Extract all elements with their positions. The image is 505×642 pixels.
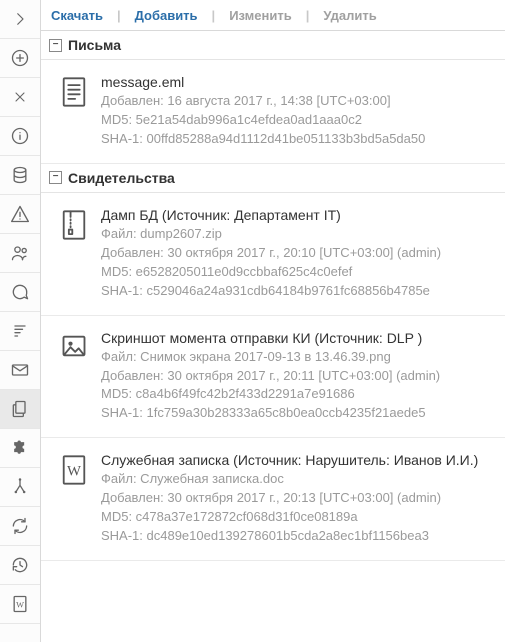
file-meta-line: SHA-1: 1fc759a30b28333a65c8b0ea0ccb4235f… [101, 404, 493, 423]
group-header[interactable]: −Письма [41, 31, 505, 60]
file-meta-line: MD5: e6528205011e0d9ccbbaf625c4c0efef [101, 263, 493, 282]
chevron-right-icon [11, 10, 29, 28]
chevron-right-sidebar-button[interactable] [0, 0, 40, 39]
word-icon: W [59, 450, 89, 486]
plus-circle-sidebar-button[interactable] [0, 39, 40, 78]
file-meta-line: MD5: c8a4b6f49fc42b2f433d2291a7e91686 [101, 385, 493, 404]
group-header[interactable]: −Свидетельства [41, 164, 505, 193]
file-title: Дамп БД (Источник: Департамент IT) [101, 205, 493, 225]
sync-sidebar-button[interactable] [0, 507, 40, 546]
file-item[interactable]: W Служебная записка (Источник: Нарушитель… [41, 438, 505, 561]
database-sidebar-button[interactable] [0, 156, 40, 195]
file-meta-line: Файл: dump2607.zip [101, 225, 493, 244]
file-meta-line: SHA-1: c529046a24a931cdb64184b9761fc6885… [101, 282, 493, 301]
sync-icon [10, 516, 30, 536]
word-doc-sidebar-button[interactable]: W [0, 585, 40, 624]
file-meta-line: Добавлен: 30 октября 2017 г., 20:10 [UTC… [101, 244, 493, 263]
collapse-icon: − [49, 39, 62, 52]
envelope-sidebar-button[interactable] [0, 351, 40, 390]
svg-text:W: W [16, 600, 24, 609]
file-title: message.eml [101, 72, 493, 92]
sort-lines-sidebar-button[interactable] [0, 312, 40, 351]
documents-sidebar-button[interactable] [0, 390, 40, 429]
history-sidebar-button[interactable] [0, 546, 40, 585]
database-icon [10, 165, 30, 185]
file-meta-line: Добавлен: 30 октября 2017 г., 20:13 [UTC… [101, 489, 493, 508]
history-icon [10, 555, 30, 575]
file-meta-line: MD5: c478a37e172872cf068d31f0ce08189a [101, 508, 493, 527]
x-icon [12, 89, 28, 105]
file-meta-line: Добавлен: 16 августа 2017 г., 14:38 [UTC… [101, 92, 493, 111]
users-sidebar-button[interactable] [0, 234, 40, 273]
warning-triangle-icon [10, 204, 30, 224]
file-meta-line: MD5: 5e21a54dab996a1c4efdea0ad1aaa0c2 [101, 111, 493, 130]
zip-icon [59, 205, 89, 241]
users-icon [10, 243, 30, 263]
file-meta-line: Файл: Снимок экрана 2017-09-13 в 13.46.3… [101, 348, 493, 367]
file-item[interactable]: Скриншот момента отправки КИ (Источник: … [41, 316, 505, 439]
branch-icon [10, 477, 30, 497]
branch-sidebar-button[interactable] [0, 468, 40, 507]
puzzle-sidebar-button[interactable] [0, 429, 40, 468]
info-circle-sidebar-button[interactable] [0, 117, 40, 156]
toolbar: Скачать | Добавить | Изменить | Удалить [41, 0, 505, 31]
add-button[interactable]: Добавить [135, 8, 198, 23]
speech-bubble-icon [10, 282, 30, 302]
file-item[interactable]: message.emlДобавлен: 16 августа 2017 г.,… [41, 60, 505, 164]
warning-triangle-sidebar-button[interactable] [0, 195, 40, 234]
text-doc-icon [59, 72, 89, 108]
file-meta-line: Файл: Служебная записка.doc [101, 470, 493, 489]
download-button[interactable]: Скачать [51, 8, 103, 23]
edit-button[interactable]: Изменить [229, 8, 292, 23]
plus-circle-icon [10, 48, 30, 68]
file-meta-line: SHA-1: 00ffd85288a94d1112d41be051133b3bd… [101, 130, 493, 149]
file-meta-line: SHA-1: dc489e10ed139278601b5cda2a8ec1bf1… [101, 527, 493, 546]
word-doc-icon: W [10, 594, 30, 614]
info-circle-icon [10, 126, 30, 146]
collapse-icon: − [49, 171, 62, 184]
file-title: Скриншот момента отправки КИ (Источник: … [101, 328, 493, 348]
envelope-icon [10, 360, 30, 380]
group-title: Письма [68, 37, 121, 53]
file-item[interactable]: Дамп БД (Источник: Департамент IT)Файл: … [41, 193, 505, 316]
documents-icon [10, 399, 30, 419]
file-title: Служебная записка (Источник: Нарушитель:… [101, 450, 493, 470]
svg-text:W: W [67, 464, 81, 480]
sort-lines-icon [10, 321, 30, 341]
delete-button[interactable]: Удалить [323, 8, 376, 23]
puzzle-icon [10, 438, 30, 458]
image-icon [59, 328, 89, 360]
speech-bubble-sidebar-button[interactable] [0, 273, 40, 312]
file-meta-line: Добавлен: 30 октября 2017 г., 20:11 [UTC… [101, 367, 493, 386]
group-title: Свидетельства [68, 170, 175, 186]
x-sidebar-button[interactable] [0, 78, 40, 117]
